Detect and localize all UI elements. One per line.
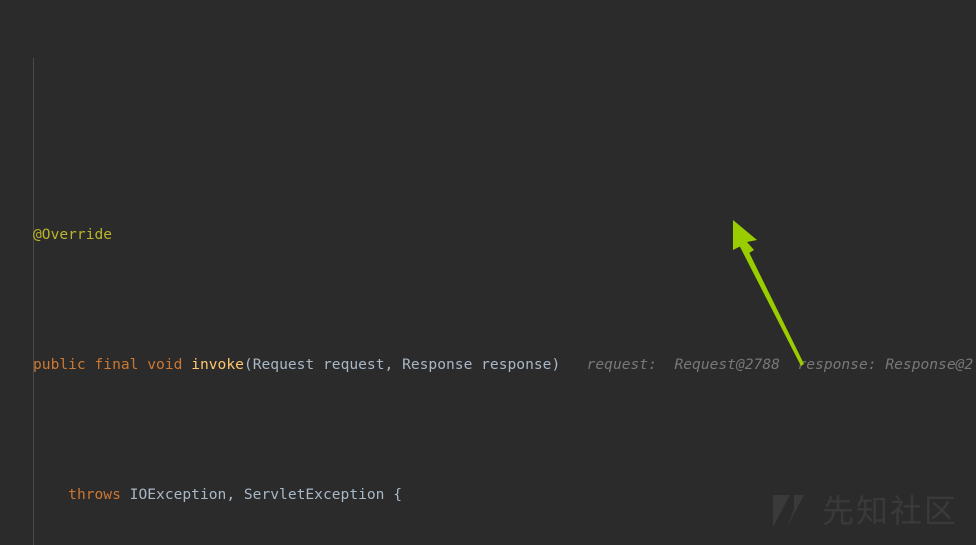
inline-hint-request: request: Request@2788 (586, 356, 780, 373)
keyword-void: void (147, 356, 183, 373)
throws-types: IOException, ServletException { (129, 486, 403, 503)
method-params: (Request request, Response response) (243, 356, 561, 373)
code-line-partial-comment (0, 104, 976, 118)
watermark-text: 先知社区 (821, 492, 958, 530)
override-annotation: @Override (33, 226, 113, 243)
watermark: 先知社区 (770, 489, 958, 533)
keyword-throws: throws (68, 486, 121, 503)
code-line-annotation: @Override (0, 222, 976, 248)
inline-hint-response: response: Response@2 (797, 356, 974, 373)
code-line-method-signature: public final void invoke(Request request… (0, 352, 976, 378)
xianzhi-logo-icon (772, 495, 804, 527)
code-content[interactable]: @Override public final void invoke(Reque… (0, 0, 976, 545)
keyword-public: public (33, 356, 86, 373)
keyword-final: final (94, 356, 139, 373)
method-name-invoke: invoke (191, 356, 244, 373)
code-editor[interactable]: @Override public final void invoke(Reque… (0, 0, 976, 545)
